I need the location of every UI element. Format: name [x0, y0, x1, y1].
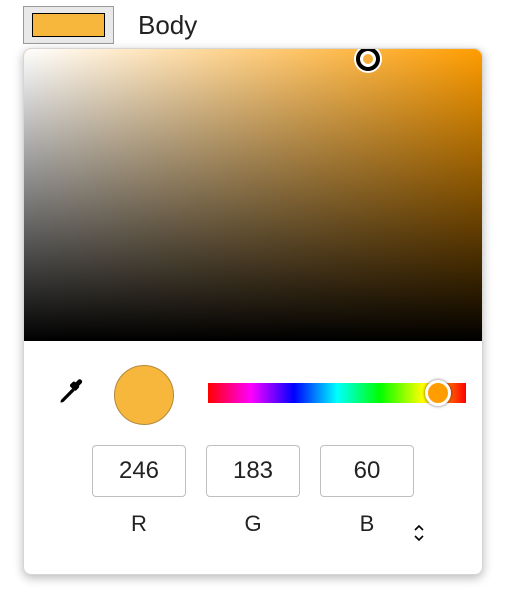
r-cell: 246 R — [92, 445, 186, 537]
color-swatch-preview — [32, 13, 105, 37]
saturation-value-field[interactable] — [24, 49, 482, 341]
eyedropper-button[interactable] — [56, 379, 86, 409]
r-input[interactable]: 246 — [92, 445, 186, 497]
hue-slider[interactable] — [208, 383, 466, 403]
chevron-up-down-icon — [413, 523, 425, 548]
g-input[interactable]: 183 — [206, 445, 300, 497]
b-label: B — [360, 511, 375, 537]
sv-black-layer — [24, 49, 482, 341]
swatch-title: Body — [138, 10, 197, 41]
color-mode-toggle[interactable] — [410, 524, 428, 546]
color-swatch-button[interactable] — [23, 6, 114, 44]
b-input[interactable]: 60 — [320, 445, 414, 497]
color-picker-panel: 246 R 183 G 60 B — [23, 48, 483, 575]
hue-slider-handle[interactable] — [425, 380, 451, 406]
color-preview-circle — [114, 365, 174, 425]
b-cell: 60 B — [320, 445, 414, 537]
g-cell: 183 G — [206, 445, 300, 537]
eyedropper-icon — [57, 378, 85, 411]
picker-controls-row — [24, 359, 482, 429]
g-label: G — [244, 511, 261, 537]
r-label: R — [131, 511, 147, 537]
